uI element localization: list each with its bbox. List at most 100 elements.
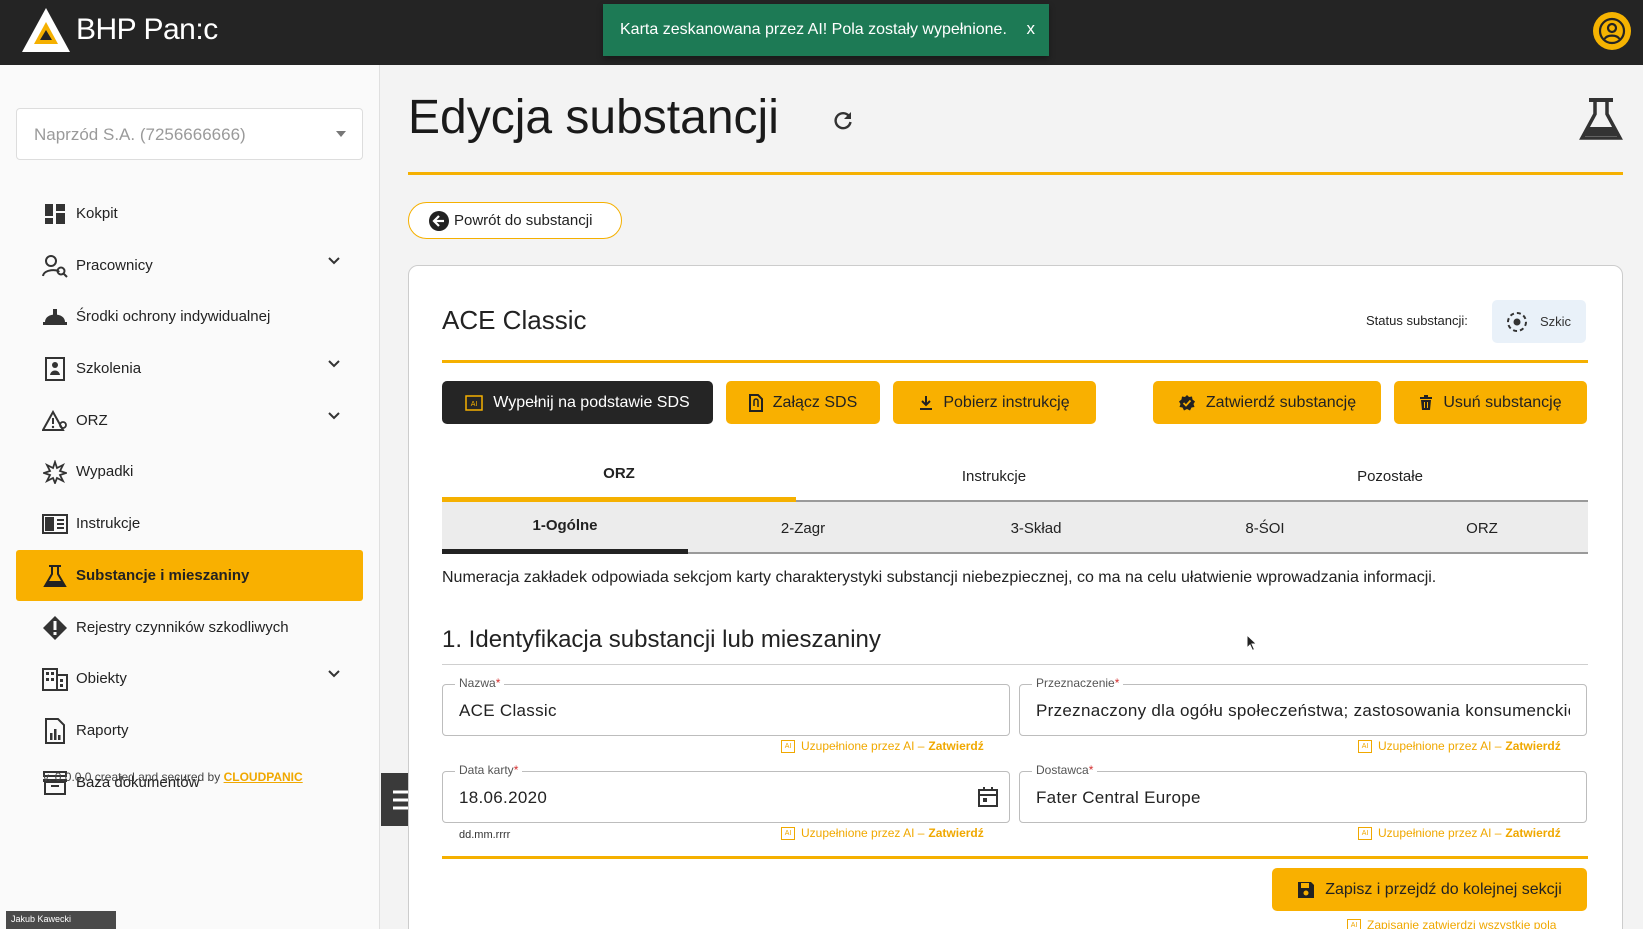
sidebar-item-label: Kokpit	[76, 205, 118, 222]
ai-filled-note: AI Uzupełnione przez AI – Zatwierdź	[781, 739, 984, 753]
sidebar-item-ochrona[interactable]: Środki ochrony indywidualnej	[16, 291, 363, 342]
approve-field-link[interactable]: Zatwierdź	[1505, 826, 1560, 840]
sidebar-item-szkolenia[interactable]: Szkolenia	[16, 343, 363, 394]
refresh-icon[interactable]	[832, 110, 854, 132]
dashboard-icon	[40, 199, 70, 229]
info-text: Numeracja zakładek odpowiada sekcjom kar…	[442, 569, 1437, 586]
tab-orz[interactable]: ORZ	[442, 450, 796, 502]
sidebar-item-rejestry[interactable]: Rejestry czynników szkodliwych	[16, 602, 363, 653]
brand-name: BHP Pan:c	[76, 13, 218, 46]
przeznaczenie-field[interactable]: Przeznaczenie* Przeznaczony dla ogółu sp…	[1019, 676, 1587, 736]
cloudpanic-link[interactable]: CLOUDPANIC	[224, 770, 303, 784]
mouse-cursor-icon	[1246, 634, 1258, 652]
sidebar-item-label: ORZ	[76, 412, 108, 429]
substance-name: ACE Classic	[442, 305, 587, 335]
helmet-icon	[40, 302, 70, 332]
chevron-down-icon	[328, 360, 340, 368]
chevron-down-icon	[328, 670, 340, 678]
title-divider	[408, 172, 1623, 175]
user-account-button[interactable]	[1593, 12, 1631, 50]
app-logo[interactable]: BHP Pan:c	[20, 6, 218, 54]
approve-field-link[interactable]: Zatwierdź	[1505, 739, 1560, 753]
company-select[interactable]: Naprzód S.A. (7256666666)	[16, 108, 363, 160]
accident-icon	[40, 457, 70, 487]
report-icon	[40, 716, 70, 746]
dostawca-field[interactable]: Dostawca* Fater Central Europe	[1019, 763, 1587, 823]
attach-sds-label: Załącz SDS	[772, 393, 858, 411]
page-title: Edycja substancji	[408, 91, 779, 144]
card-divider	[442, 360, 1588, 363]
ai-scan-toast: Karta zeskanowana przez AI! Pola zostały…	[603, 4, 1049, 56]
draft-status-icon	[1507, 311, 1527, 332]
attach-file-icon	[748, 393, 763, 412]
data-karty-label: Data karty*	[455, 763, 523, 777]
sidebar-item-label: Pracownicy	[76, 257, 153, 274]
hazard-icon	[40, 613, 70, 643]
trash-icon	[1419, 394, 1433, 411]
approve-substance-label: Zatwierdź substancję	[1205, 393, 1357, 411]
save-next-section-button[interactable]: Zapisz i przejdź do kolejnej sekcji	[1272, 868, 1587, 911]
fill-from-sds-button[interactable]: AI Wypełnij na podstawie SDS	[442, 381, 713, 424]
sidebar-item-orz[interactable]: ORZ	[16, 395, 363, 446]
ai-badge-icon: AI	[1358, 739, 1372, 753]
nazwa-label: Nazwa*	[455, 676, 505, 690]
building-icon	[40, 664, 70, 694]
main-tabs: ORZ Instrukcje Pozostałe	[442, 450, 1588, 502]
dostawca-label: Dostawca*	[1032, 763, 1098, 777]
svg-text:AI: AI	[471, 401, 478, 408]
sidebar-item-kokpit[interactable]: Kokpit	[16, 188, 363, 239]
ai-filled-note: AI Uzupełnione przez AI – Zatwierdź	[1358, 826, 1561, 840]
sidebar-item-label: Szkolenia	[76, 360, 142, 377]
flask-icon	[40, 561, 70, 591]
subtab-ogolne[interactable]: 1-Ogólne	[442, 502, 688, 554]
tab-instrukcje[interactable]: Instrukcje	[796, 450, 1192, 502]
people-search-icon	[40, 251, 70, 281]
approve-field-link[interactable]: Zatwierdź	[928, 739, 983, 753]
delete-substance-button[interactable]: Usuń substancję	[1394, 381, 1587, 424]
save-next-label: Zapisz i przejdź do kolejnej sekcji	[1325, 880, 1562, 898]
sidebar-item-substancje[interactable]: Substancje i mieszaniny	[16, 550, 363, 601]
toast-close-button[interactable]: x	[1027, 19, 1036, 39]
sidebar-item-label: Obiekty	[76, 670, 127, 687]
sidebar-item-label: Wypadki	[76, 463, 134, 480]
top-bar: BHP Pan:c Karta zeskanowana przez AI! Po…	[0, 0, 1643, 65]
dostawca-value: Fater Central Europe	[1036, 788, 1201, 807]
book-icon	[40, 509, 70, 539]
version-footer: v. 0.0.0.0 created and secured by CLOUDP…	[43, 770, 303, 784]
sidebar-item-pracownicy[interactable]: Pracownicy	[16, 240, 363, 291]
ai-icon: AI	[465, 394, 484, 411]
nazwa-value: ACE Classic	[459, 701, 557, 720]
ai-badge-icon: AI	[781, 826, 795, 840]
attach-sds-button[interactable]: Załącz SDS	[726, 381, 880, 424]
nazwa-field[interactable]: Nazwa* ACE Classic	[442, 676, 1010, 736]
data-karty-field[interactable]: Data karty* 18.06.2020	[442, 763, 1010, 823]
ai-filled-note: AI Uzupełnione przez AI – Zatwierdź	[1358, 739, 1561, 753]
flask-header-icon	[1579, 98, 1623, 140]
sidebar-item-label: Instrukcje	[76, 515, 141, 532]
przeznaczenie-label: Przeznaczenie*	[1032, 676, 1124, 690]
subtab-soi[interactable]: 8-ŚOI	[1154, 502, 1376, 554]
approve-substance-button[interactable]: Zatwierdź substancję	[1153, 381, 1381, 424]
tab-pozostale[interactable]: Pozostałe	[1192, 450, 1588, 502]
sidebar-item-wypadki[interactable]: Wypadki	[16, 446, 363, 497]
section-divider	[442, 664, 1588, 665]
sidebar-item-raporty[interactable]: Raporty	[16, 705, 363, 756]
subtab-orz[interactable]: ORZ	[1376, 502, 1588, 554]
caret-down-icon	[336, 131, 346, 137]
download-instruction-button[interactable]: Pobierz instrukcję	[893, 381, 1096, 424]
sidebar-item-label: Raporty	[76, 722, 129, 739]
back-to-substances-button[interactable]: Powrót do substancji	[408, 202, 622, 239]
sidebar-item-obiekty[interactable]: Obiekty	[16, 653, 363, 704]
sidebar-item-label: Rejestry czynników szkodliwych	[76, 619, 289, 636]
subtab-zagrozenia[interactable]: 2-Zagr	[688, 502, 918, 554]
approve-field-link[interactable]: Zatwierdź	[928, 826, 983, 840]
data-karty-value: 18.06.2020	[459, 788, 548, 807]
download-icon	[919, 395, 933, 411]
sidebar-item-instrukcje[interactable]: Instrukcje	[16, 498, 363, 549]
arrow-left-circle-icon	[429, 210, 449, 231]
save-icon	[1298, 881, 1315, 898]
warning-icon	[40, 406, 70, 436]
toast-message: Karta zeskanowana przez AI! Pola zostały…	[620, 21, 1007, 38]
subtab-sklad[interactable]: 3-Skład	[918, 502, 1154, 554]
calendar-icon[interactable]	[977, 786, 999, 808]
